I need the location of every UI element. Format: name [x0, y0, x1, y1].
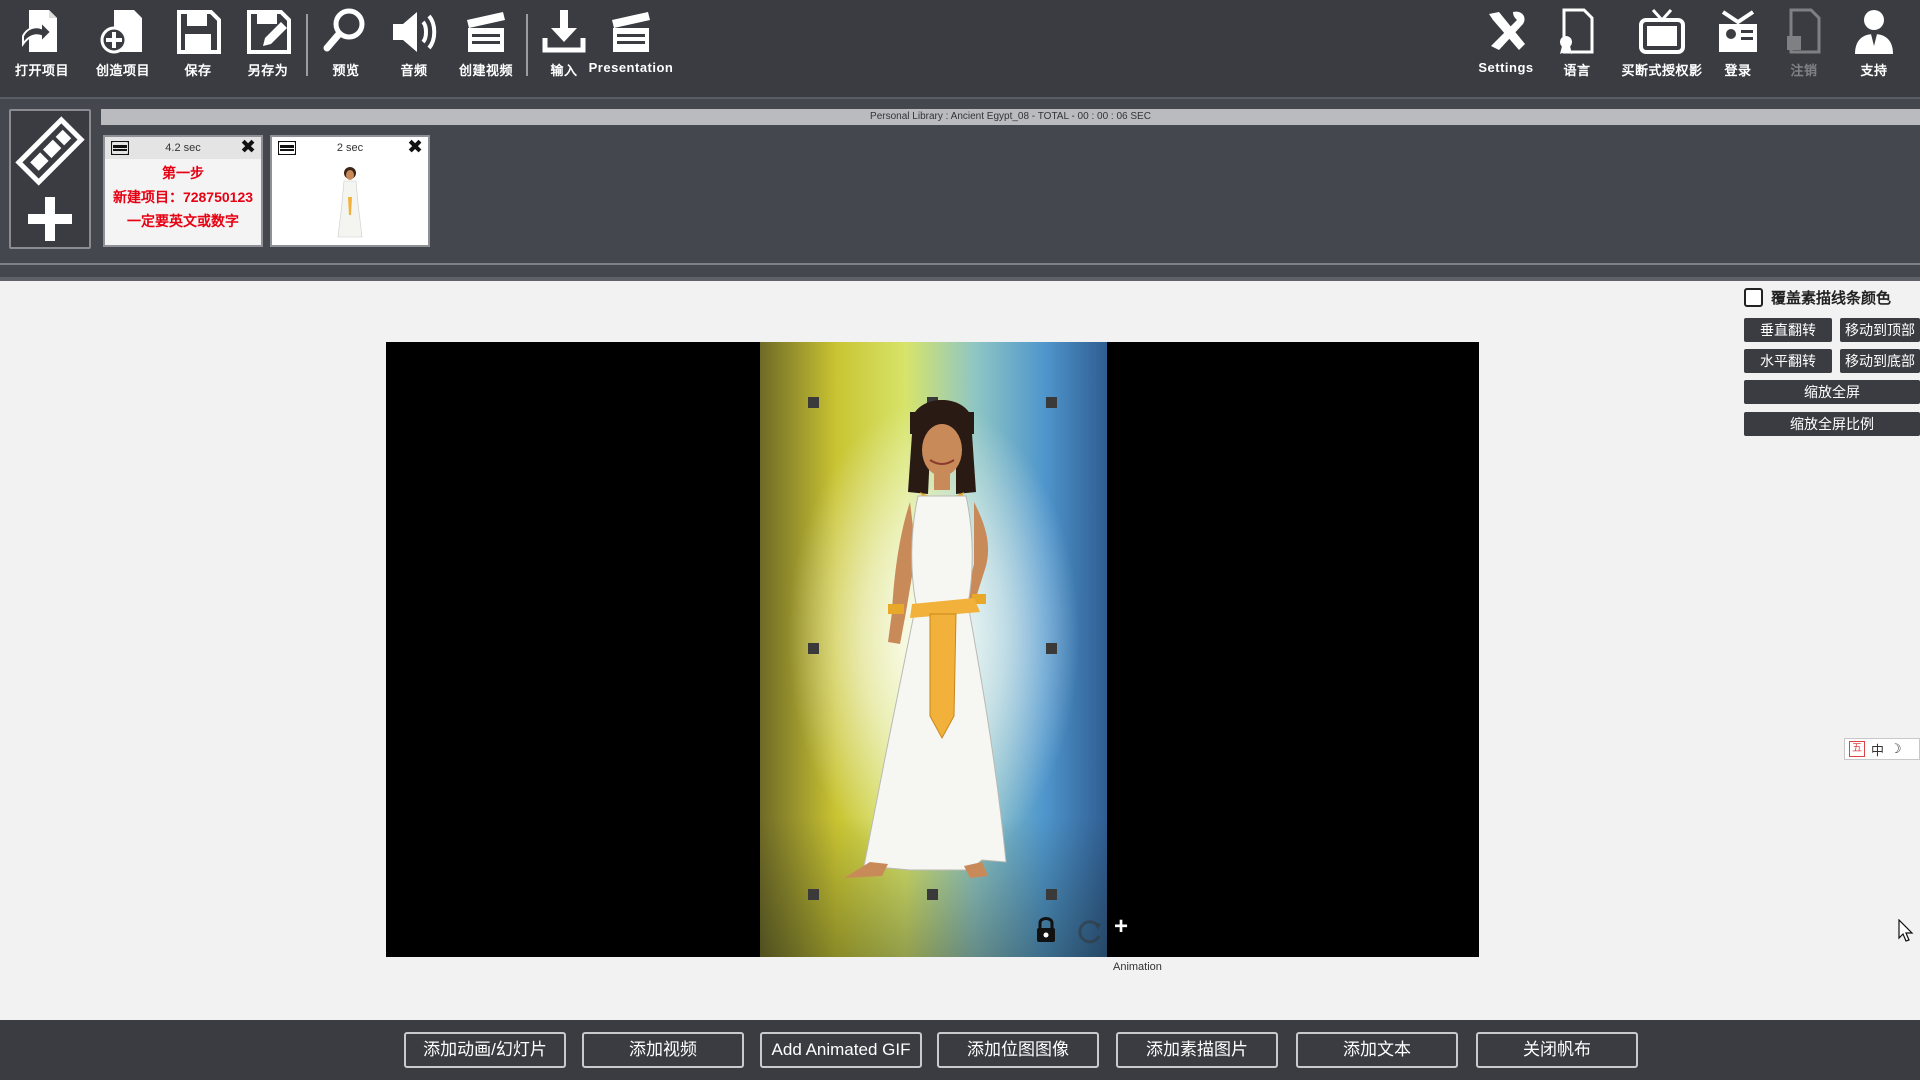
- toolbar-label: 创建视频: [458, 63, 513, 78]
- save-as-icon: [247, 10, 291, 54]
- import-button[interactable]: 输入: [534, 6, 594, 84]
- slide-text-line: 新建项目：728750123: [112, 189, 254, 205]
- add-sketch-image-button[interactable]: 添加素描图片: [1116, 1032, 1278, 1068]
- toolbar-label: 打开项目: [14, 63, 69, 78]
- slide-thumbnail[interactable]: 4.2 sec ✖ 第一步 新建项目：728750123 一定要英文或数字: [103, 135, 263, 247]
- slide-text-line: 第一步: [162, 165, 204, 181]
- toolbar-label: 注销: [1790, 63, 1818, 78]
- open-project-icon: [22, 10, 57, 52]
- moon-icon[interactable]: ☽: [1890, 741, 1902, 757]
- strip-bottom-edge: [0, 277, 1920, 281]
- toolbar-label: 语言: [1563, 63, 1591, 78]
- move-to-bottom-button[interactable]: 移动到底部: [1840, 349, 1920, 373]
- fit-fullscreen-button[interactable]: 缩放全屏: [1744, 380, 1920, 404]
- slide-preview-text: 第一步 新建项目：728750123 一定要英文或数字: [105, 161, 261, 233]
- overlay-sketch-color-checkbox[interactable]: [1744, 288, 1763, 307]
- overlay-sketch-color-option[interactable]: 覆盖素描线条颜色: [1744, 287, 1891, 308]
- flip-vertical-button[interactable]: 垂直翻转: [1744, 318, 1832, 342]
- toolbar-label: 音频: [400, 63, 428, 78]
- preview-icon: [323, 8, 365, 52]
- import-icon: [542, 10, 586, 53]
- toolbar-label: Presentation: [588, 60, 674, 75]
- slide-text-line: 一定要英文或数字: [127, 213, 239, 229]
- add-bitmap-image-button[interactable]: 添加位图图像: [937, 1032, 1099, 1068]
- flip-horizontal-button[interactable]: 水平翻转: [1744, 349, 1832, 373]
- slide-header: 4.2 sec ✖: [105, 137, 261, 159]
- save-icon: [177, 10, 221, 54]
- toolbar-label: 另存为: [247, 63, 289, 78]
- create-project-button[interactable]: 创造项目: [88, 6, 158, 84]
- selected-image[interactable]: [760, 342, 1107, 957]
- fit-fullscreen-ratio-button[interactable]: 缩放全屏比例: [1744, 412, 1920, 436]
- support-icon: [1855, 10, 1893, 54]
- support-button[interactable]: 支持: [1846, 6, 1902, 84]
- toolbar-separator: [526, 14, 528, 76]
- egyptian-woman-illustration: [844, 400, 1007, 878]
- buy-license-button[interactable]: 买断式授权影: [1614, 6, 1710, 84]
- animation-label: Animation: [1113, 961, 1162, 973]
- add-animation-icon[interactable]: +: [1114, 914, 1128, 940]
- toolbar-label: 保存: [184, 63, 212, 78]
- toolbar-label: 支持: [1860, 63, 1888, 78]
- bottom-action-bar: 添加动画/幻灯片 添加视频 Add Animated GIF 添加位图图像 添加…: [0, 1020, 1920, 1080]
- overlay-sketch-color-label: 覆盖素描线条颜色: [1771, 290, 1892, 307]
- tv-license-icon: [1639, 8, 1685, 54]
- login-button[interactable]: 登录: [1712, 6, 1764, 84]
- save-button[interactable]: 保存: [170, 6, 226, 84]
- language-icon: [1560, 8, 1594, 54]
- create-video-icon: [467, 12, 505, 52]
- settings-button[interactable]: Settings: [1474, 6, 1538, 84]
- main-toolbar: 打开项目 创造项目 保存 另存为 预览 音频 创建视频 输入 Presentat…: [0, 0, 1920, 99]
- toolbar-separator: [306, 14, 308, 76]
- toolbar-label: 买断式授权影: [1621, 63, 1703, 78]
- audio-button[interactable]: 音频: [384, 6, 444, 84]
- close-icon[interactable]: ✖: [407, 138, 423, 157]
- toolbar-label: 输入: [550, 63, 578, 78]
- create-video-button[interactable]: 创建视频: [450, 6, 522, 84]
- preview-button[interactable]: 预览: [316, 6, 376, 84]
- toolbar-label: 预览: [332, 63, 360, 78]
- new-slide-button[interactable]: [9, 109, 91, 249]
- login-icon: [1719, 10, 1757, 52]
- save-as-button[interactable]: 另存为: [238, 6, 298, 84]
- open-project-button[interactable]: 打开项目: [8, 6, 76, 84]
- film-add-icon: [15, 116, 85, 241]
- language-button[interactable]: 语言: [1548, 6, 1606, 84]
- mouse-cursor-icon: [1898, 919, 1914, 942]
- toolbar-label: 创造项目: [95, 63, 150, 78]
- ime-toolbar[interactable]: 五 中 ☽: [1844, 738, 1920, 760]
- slide-menu-icon[interactable]: [278, 141, 296, 155]
- logout-button[interactable]: 注销: [1778, 6, 1830, 84]
- slide-menu-icon[interactable]: [111, 141, 129, 155]
- move-to-top-button[interactable]: 移动到顶部: [1840, 318, 1920, 342]
- add-animation-slide-button[interactable]: 添加动画/幻灯片: [404, 1032, 566, 1068]
- ime-language[interactable]: 中: [1871, 740, 1884, 759]
- slide-header: 2 sec ✖: [272, 137, 428, 159]
- add-animated-gif-button[interactable]: Add Animated GIF: [760, 1032, 922, 1068]
- close-canvas-button[interactable]: 关闭帆布: [1476, 1032, 1638, 1068]
- close-icon[interactable]: ✖: [240, 138, 256, 157]
- slide-figure-thumbnail: [337, 167, 363, 238]
- ime-mode-icon[interactable]: 五: [1849, 741, 1865, 757]
- create-project-icon: [100, 10, 142, 54]
- slide-thumbnail[interactable]: 2 sec ✖: [270, 135, 430, 247]
- settings-icon: [1489, 11, 1525, 51]
- editing-canvas[interactable]: +: [386, 342, 1479, 957]
- slide-duration: 2 sec: [336, 142, 364, 154]
- presentation-button[interactable]: Presentation: [589, 6, 673, 84]
- presentation-icon: [612, 12, 650, 52]
- toolbar-label: Settings: [1478, 60, 1534, 75]
- logout-icon: [1787, 8, 1821, 54]
- audio-icon: [393, 12, 437, 52]
- toolbar-label: 登录: [1724, 63, 1752, 78]
- strip-divider: [0, 263, 1920, 265]
- add-text-button[interactable]: 添加文本: [1296, 1032, 1458, 1068]
- slide-duration: 4.2 sec: [165, 142, 201, 154]
- library-info-bar: Personal Library : Ancient Egypt_08 - TO…: [101, 109, 1920, 125]
- slide-strip: Personal Library : Ancient Egypt_08 - TO…: [0, 99, 1920, 277]
- add-video-button[interactable]: 添加视频: [582, 1032, 744, 1068]
